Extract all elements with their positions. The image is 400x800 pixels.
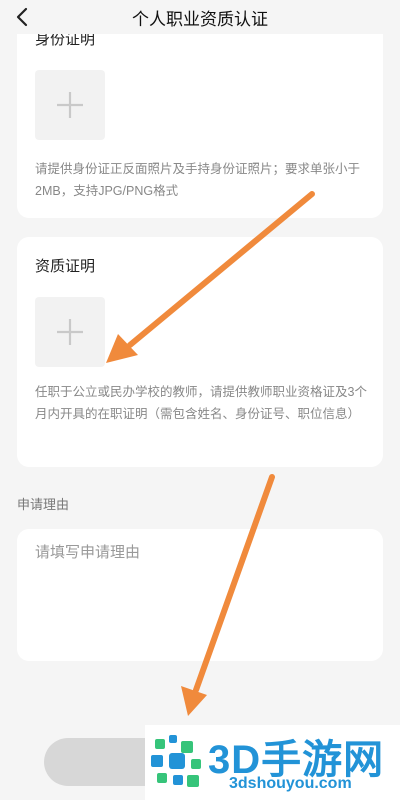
watermark: 3D手游网 3dshouyou.com bbox=[145, 725, 400, 800]
top-bar: 个人职业资质认证 bbox=[0, 0, 400, 34]
page-title: 个人职业资质认证 bbox=[132, 10, 268, 29]
qualification-card: 资质证明 任职于公立或民办学校的教师，请提供教师职业资格证及3个月内开具的在职证… bbox=[17, 237, 383, 467]
watermark-url: 3dshouyou.com bbox=[229, 775, 352, 792]
identity-upload-button[interactable] bbox=[35, 70, 105, 140]
qualification-upload-button[interactable] bbox=[35, 297, 105, 367]
identity-hint: 请提供身份证正反面照片及手持身份证照片；要求单张小于2MB，支持JPG/PNG格… bbox=[35, 162, 361, 198]
plus-icon bbox=[57, 92, 83, 118]
qualification-label: 资质证明 bbox=[35, 258, 96, 275]
qualification-hint: 任职于公立或民办学校的教师，请提供教师职业资格证及3个月内开具的在职证明（需包含… bbox=[35, 385, 367, 421]
reason-label: 申请理由 bbox=[17, 497, 70, 512]
identity-card: 身份证明 请提供身份证正反面照片及手持身份证照片；要求单张小于2MB，支持JPG… bbox=[17, 18, 383, 218]
watermark-logo-icon bbox=[151, 735, 201, 787]
reason-input[interactable] bbox=[17, 529, 383, 661]
plus-icon bbox=[57, 319, 83, 345]
